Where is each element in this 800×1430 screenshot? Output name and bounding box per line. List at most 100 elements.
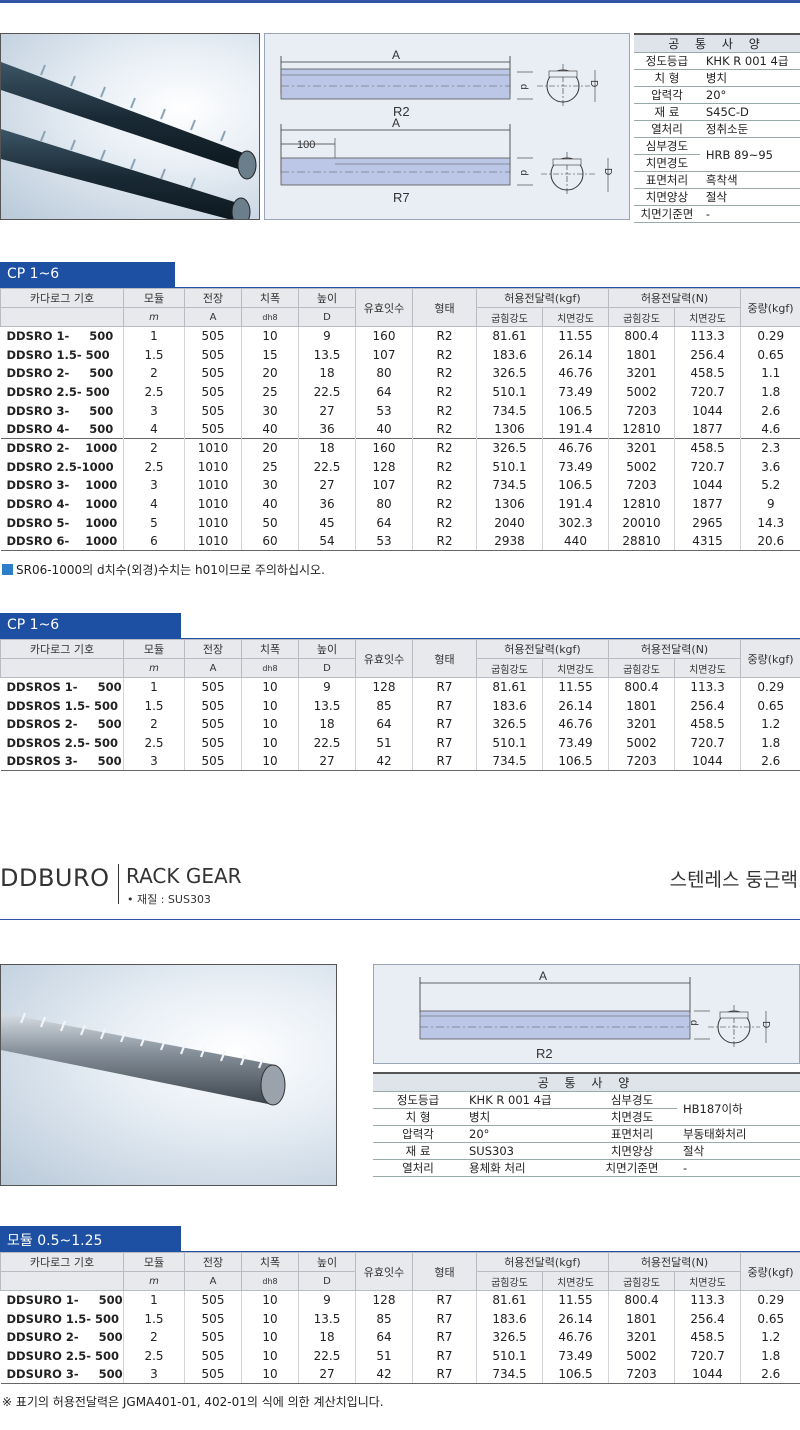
table-cell: 1010 [184,438,242,458]
table-cell: 326.5 [476,714,543,734]
table-cell: 1 [123,326,185,346]
spec-value: KHK R 001 4급 [699,52,800,70]
spec-value: - [677,1159,800,1177]
spec-key: 압력각 [373,1125,463,1143]
table-row: DDSURO 1- 500 1 505 10 9 128 R7 81.61 11.55 800.4… [1,1290,800,1310]
dim-a-label-s2: A [539,969,547,983]
table-cell: 2.3 [740,438,800,458]
table-cell: 505 [184,345,242,364]
table-cell: 18 [298,1327,356,1347]
table-cell: 7203 [608,752,675,772]
spec-key: 치면기준면 [634,205,700,223]
rack-photo-steel [0,33,260,220]
table-cell: 20010 [608,513,675,533]
table-cell: 22.5 [298,1346,356,1366]
table-cell: 10 [241,714,299,734]
table-cell: 10 [241,1290,299,1310]
table-cell: 27 [298,1365,356,1385]
spec-key: 표면처리 [587,1125,677,1143]
table-cell: 27 [298,476,356,495]
table-cell: 734.5 [476,476,543,495]
spec-value: 정취소둔 [699,120,800,138]
table-cell: 85 [355,1309,413,1328]
table-cell: 85 [355,696,413,715]
table-cell: 113.3 [674,677,741,697]
table-cell: 6 [123,532,185,552]
table-cell: R7 [412,1365,477,1385]
table-cell: 54 [298,532,356,552]
table-cell: 81.61 [476,677,543,697]
table-cell: 25 [241,382,299,402]
col-catalog-sub [0,658,124,678]
spec-key: 재 료 [634,103,700,121]
col-height: 높이 [298,288,356,308]
spec-value: S45C-D [699,103,800,121]
spec-key: 치면양상 [587,1142,677,1160]
table-cell: 26.14 [541,696,609,715]
table-cell: 440 [541,532,609,552]
col-width: 치폭 [241,639,299,659]
col-width-unit: dh8 [241,658,299,678]
table-cell: 505 [184,696,242,715]
table-cell: 302.3 [541,513,609,533]
table-cell: 27 [298,752,356,772]
table-cell: 2 [123,363,185,383]
table-row: DDSROS 3- 500 3 505 10 27 42 R7 734.5 106.5 7203 1… [0,752,800,772]
col-bend-kgf: 굽힘강도 [476,658,543,678]
table-cell: 10 [241,326,299,346]
table-cell: 80 [355,494,413,514]
catalog-code-cell: DDSURO 1- 500 [6,1293,123,1308]
spec-key: 치 형 [373,1108,463,1126]
table-cell: 4 [123,494,185,514]
catalog-code-cell: DDSURO 2.5- 500 [6,1348,120,1363]
table-cell: 326.5 [476,1327,543,1347]
table-row: DDSRO 1.5- 500 1.5 505 15 13.5 107 R2 183.6 26.1… [1,345,800,364]
table-cell: 81.61 [476,326,543,346]
col-module-unit: m [123,307,185,327]
table-cell: 46.76 [541,714,609,734]
table-cell: 15 [241,345,299,364]
table-row: DDSURO 2- 500 2 505 10 18 64 R7 326.5 46.76 3201 4… [1,1327,800,1347]
product-table-ddsuro: 카다로그 기호 모듈 전장 치폭 높이 유효잇수 형태 허용전달력(kgf) 허… [0,1252,800,1385]
table-cell: 0.65 [740,345,800,364]
col-width: 치폭 [241,288,299,308]
col-shape: 형태 [412,1252,477,1291]
table-cell: 510.1 [476,382,543,402]
table-cell: 1 [123,1290,185,1310]
table-row: DDSRO 2.5- 500 2.5 505 25 22.5 64 R2 510.1 73.49… [1,382,800,402]
catalog-code-cell: DDSRO 2- 1000 [0,438,124,458]
spec-value: 절삭 [699,188,800,206]
table-cell: 113.3 [674,326,741,346]
table-cell: 505 [184,677,242,697]
table-cell: 1044 [674,752,741,772]
spec-value: 병치 [463,1108,587,1126]
spec-value: HRB 89~95 [699,137,800,172]
col-weight: 중량(kgf) [740,1252,800,1291]
col-surface-kgf: 치면강도 [541,307,610,327]
table-cell: R7 [412,1309,477,1328]
table-cell: R2 [412,438,477,458]
table-cell: 510.1 [476,457,543,476]
table-cell: 505 [184,1327,242,1347]
table-cell: 106.5 [541,476,609,495]
diagram-r2-label-s2: R2 [536,1046,553,1061]
col-height: 높이 [298,1252,356,1272]
dim-big-d-label-s2: D [760,1021,771,1028]
spec-value: 용체화 처리 [463,1159,587,1177]
catalog-code-cell: DDSRO 2- 500 [6,366,114,381]
col-height: 높이 [298,639,356,659]
col-width: 치폭 [241,1252,299,1272]
table-cell: 183.6 [476,696,543,715]
table-cell: 3201 [608,1327,675,1347]
table-cell: 73.49 [541,457,609,476]
dim-a-label-r7: A [392,116,400,130]
table-cell: 2 [123,714,185,734]
table-cell: 10 [241,677,299,697]
table-cell: 10 [241,1309,299,1328]
table-row: DDSRO 3- 1000 3 1010 30 27 107 R2 734.5 106.5 720… [1,476,800,495]
col-module-unit: m [123,1271,185,1291]
col-surface-kgf: 치면강도 [541,658,610,678]
top-rule [0,0,800,3]
table-cell: 326.5 [476,363,543,383]
spec-key: 정도등급 [373,1091,463,1109]
